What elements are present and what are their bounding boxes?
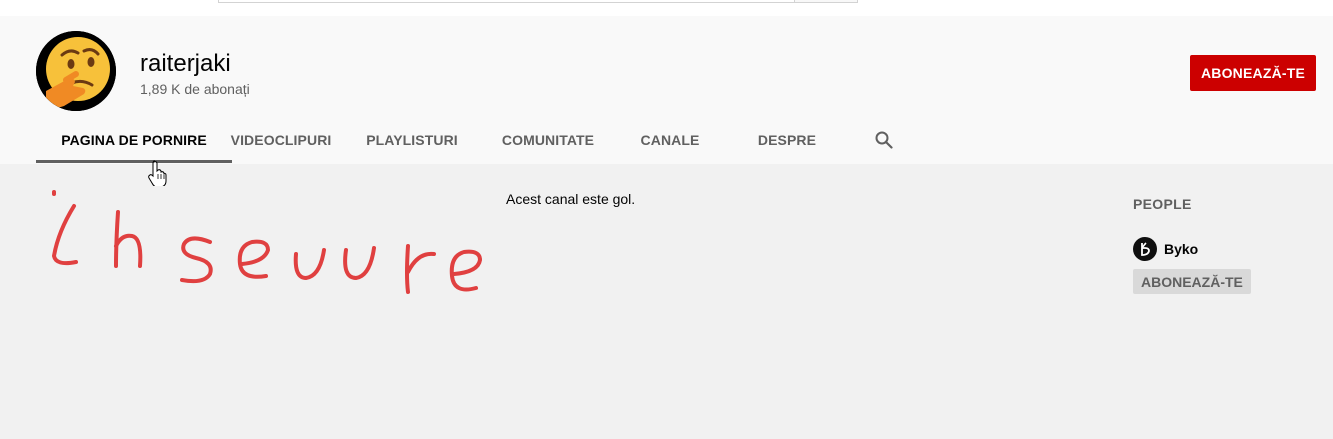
tab-home[interactable]: PAGINA DE PORNIRE	[36, 116, 232, 164]
channel-avatar[interactable]	[36, 31, 116, 111]
channel-header: raiterjaki 1,89 K de abonați ABONEAZĂ-TE…	[0, 16, 1333, 164]
hand-cursor-icon	[148, 160, 167, 186]
tab-playlists[interactable]: PLAYLISTURI	[366, 116, 458, 164]
search-button[interactable]	[794, 0, 858, 3]
handwriting-scribble	[52, 190, 482, 294]
channel-search-button[interactable]	[864, 116, 904, 164]
person-item[interactable]: Byko	[1133, 237, 1198, 261]
channel-tabs: PAGINA DE PORNIRE VIDEOCLIPURI PLAYLISTU…	[36, 116, 904, 164]
search-icon	[875, 131, 893, 149]
thinking-face-icon	[36, 31, 116, 111]
channel-name: raiterjaki	[140, 50, 231, 77]
tab-videos[interactable]: VIDEOCLIPURI	[231, 116, 332, 164]
subscriber-count: 1,89 K de abonați	[140, 81, 250, 97]
subscribe-button[interactable]: ABONEAZĂ-TE	[1190, 55, 1316, 91]
search-input[interactable]	[218, 0, 795, 3]
tab-community[interactable]: COMUNITATE	[502, 116, 594, 164]
person-subscribe-button[interactable]: ABONEAZĂ-TE	[1133, 269, 1251, 294]
person-name: Byko	[1164, 241, 1199, 257]
tab-channels[interactable]: CANALE	[641, 116, 700, 164]
top-bar	[0, 0, 1333, 16]
person-avatar	[1133, 237, 1157, 261]
channel-logo-icon	[1141, 242, 1150, 256]
empty-channel-message: Acest canal este gol.	[506, 191, 636, 207]
tab-about[interactable]: DESPRE	[758, 116, 816, 164]
people-section-title: PEOPLE	[1133, 196, 1192, 212]
